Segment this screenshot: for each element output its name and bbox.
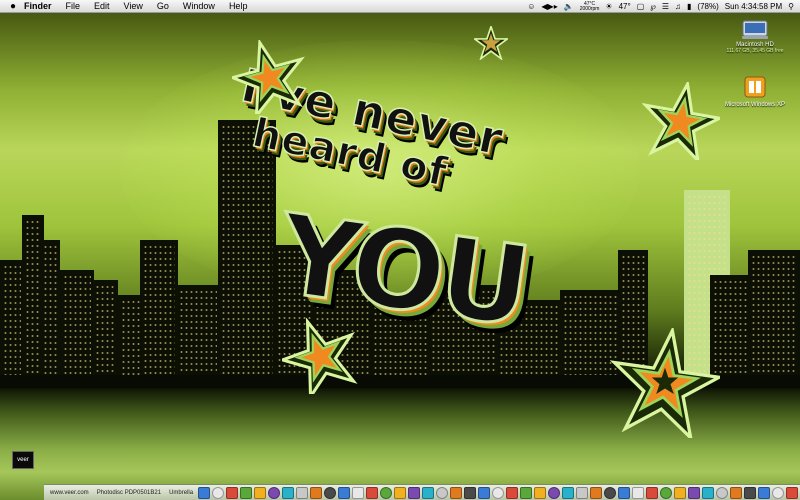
dock-app-icon[interactable] <box>576 486 589 499</box>
menu-bar: ● Finder File Edit View Go Window Help ☺… <box>0 0 800 13</box>
dock-app-icon[interactable] <box>450 486 463 499</box>
dock-app-icon[interactable] <box>212 486 225 499</box>
dock-app-icon[interactable] <box>534 486 547 499</box>
dock-app-icon[interactable] <box>506 486 519 499</box>
dock-app-icon[interactable] <box>660 486 673 499</box>
battery-percent[interactable]: (78%) <box>697 2 718 11</box>
desktop-icon-macintosh-hd[interactable]: Macintosh HD 111.67 GB, 35.45 GB free <box>710 18 800 54</box>
dock-app-icon[interactable] <box>436 486 449 499</box>
desktop-icon-label: Microsoft Windows XP <box>724 102 785 108</box>
dock-app-icon[interactable] <box>632 486 645 499</box>
dock-app-icon[interactable] <box>226 486 239 499</box>
menu-go[interactable]: Go <box>150 0 176 13</box>
dock-app-icon[interactable] <box>492 486 505 499</box>
dock-app-icon[interactable] <box>282 486 295 499</box>
menu-view[interactable]: View <box>117 0 150 13</box>
wifi-icon[interactable]: ☰ <box>662 2 669 11</box>
veer-logo: veer <box>12 451 34 469</box>
dock-app-icon[interactable] <box>772 486 785 499</box>
menu-extras: ☺ ◀▶▸ 🔈 47°C 2000rpm ☀ 47° ▢ ℘ ☰ ♫ ▮ (78… <box>527 0 794 13</box>
dock-app-icon[interactable] <box>478 486 491 499</box>
speaker-icon[interactable]: ♫ <box>675 2 681 11</box>
menu-window[interactable]: Window <box>176 0 222 13</box>
dock-app-icon[interactable] <box>464 486 477 499</box>
dock-app-icon[interactable] <box>730 486 743 499</box>
sun-icon: ☀ <box>605 2 613 11</box>
dock-label-umbrella[interactable]: Umbrella <box>166 490 196 496</box>
dock-app-icon[interactable] <box>548 486 561 499</box>
star-icon <box>610 328 720 438</box>
dock-app-icon[interactable] <box>674 486 687 499</box>
dock-app-icon[interactable] <box>324 486 337 499</box>
temperature-display[interactable]: 47° <box>619 2 631 11</box>
dock-app-icon[interactable] <box>562 486 575 499</box>
dock-icons <box>198 486 800 499</box>
display-icon[interactable]: ▢ <box>637 2 645 11</box>
dock-app-icon[interactable] <box>366 486 379 499</box>
desktop-wallpaper: I've never heard of YOU Macintosh HD 111… <box>0 0 800 500</box>
dock-app-icon[interactable] <box>716 486 729 499</box>
dock-app-icon[interactable] <box>198 486 211 499</box>
fan-speed: 2000rpm <box>579 5 600 12</box>
star-icon <box>642 82 720 160</box>
media-controls-icon[interactable]: ◀▶▸ <box>541 2 557 11</box>
dock-app-icon[interactable] <box>338 486 351 499</box>
dock-app-icon[interactable] <box>702 486 715 499</box>
dock-app-icon[interactable] <box>380 486 393 499</box>
dock-app-icon[interactable] <box>520 486 533 499</box>
hard-drive-icon <box>742 20 768 39</box>
dock-app-icon[interactable] <box>422 486 435 499</box>
user-icon[interactable]: ☺ <box>527 2 535 11</box>
dock-app-icon[interactable] <box>744 486 757 499</box>
dock-app-icon[interactable] <box>688 486 701 499</box>
desktop-icon-subtitle: 111.67 GB, 35.45 GB free <box>726 48 784 54</box>
dock-label-veer[interactable]: www.veer.com <box>47 490 92 496</box>
dock-app-icon[interactable] <box>590 486 603 499</box>
star-icon <box>232 40 305 114</box>
dock-app-icon[interactable] <box>758 486 771 499</box>
windows-xp-icon <box>744 76 766 98</box>
dock-app-icon[interactable] <box>296 486 309 499</box>
menu-app-finder[interactable]: Finder <box>18 0 59 13</box>
dock-app-icon[interactable] <box>240 486 253 499</box>
apple-icon[interactable]: ● <box>0 1 18 12</box>
spotlight-icon[interactable]: ⚲ <box>788 2 794 11</box>
volume-icon[interactable]: 🔈 <box>564 2 574 11</box>
desktop-icon-windows-xp[interactable]: Microsoft Windows XP <box>710 74 800 108</box>
star-icon <box>282 318 358 394</box>
dock-app-icon[interactable] <box>394 486 407 499</box>
dock-app-icon[interactable] <box>268 486 281 499</box>
dock-app-icon[interactable] <box>352 486 365 499</box>
dock: www.veer.com Photodisc PDP0501B21 Umbrel… <box>44 484 800 500</box>
menu-help[interactable]: Help <box>222 0 255 13</box>
dock-app-icon[interactable] <box>310 486 323 499</box>
cpu-monitor[interactable]: 47°C 2000rpm <box>579 1 600 12</box>
dock-app-icon[interactable] <box>618 486 631 499</box>
menu-edit[interactable]: Edit <box>87 0 117 13</box>
bluetooth-icon[interactable]: ℘ <box>650 2 656 11</box>
dock-app-icon[interactable] <box>646 486 659 499</box>
dock-app-icon[interactable] <box>604 486 617 499</box>
dock-app-icon[interactable] <box>786 486 799 499</box>
dock-app-icon[interactable] <box>254 486 267 499</box>
battery-icon[interactable]: ▮ <box>687 2 691 11</box>
dock-app-icon[interactable] <box>408 486 421 499</box>
clock[interactable]: Sun 4:34:58 PM <box>725 2 782 11</box>
star-icon <box>474 26 508 60</box>
dock-label-photodisc[interactable]: Photodisc PDP0501B21 <box>94 490 164 496</box>
menu-file[interactable]: File <box>59 0 88 13</box>
